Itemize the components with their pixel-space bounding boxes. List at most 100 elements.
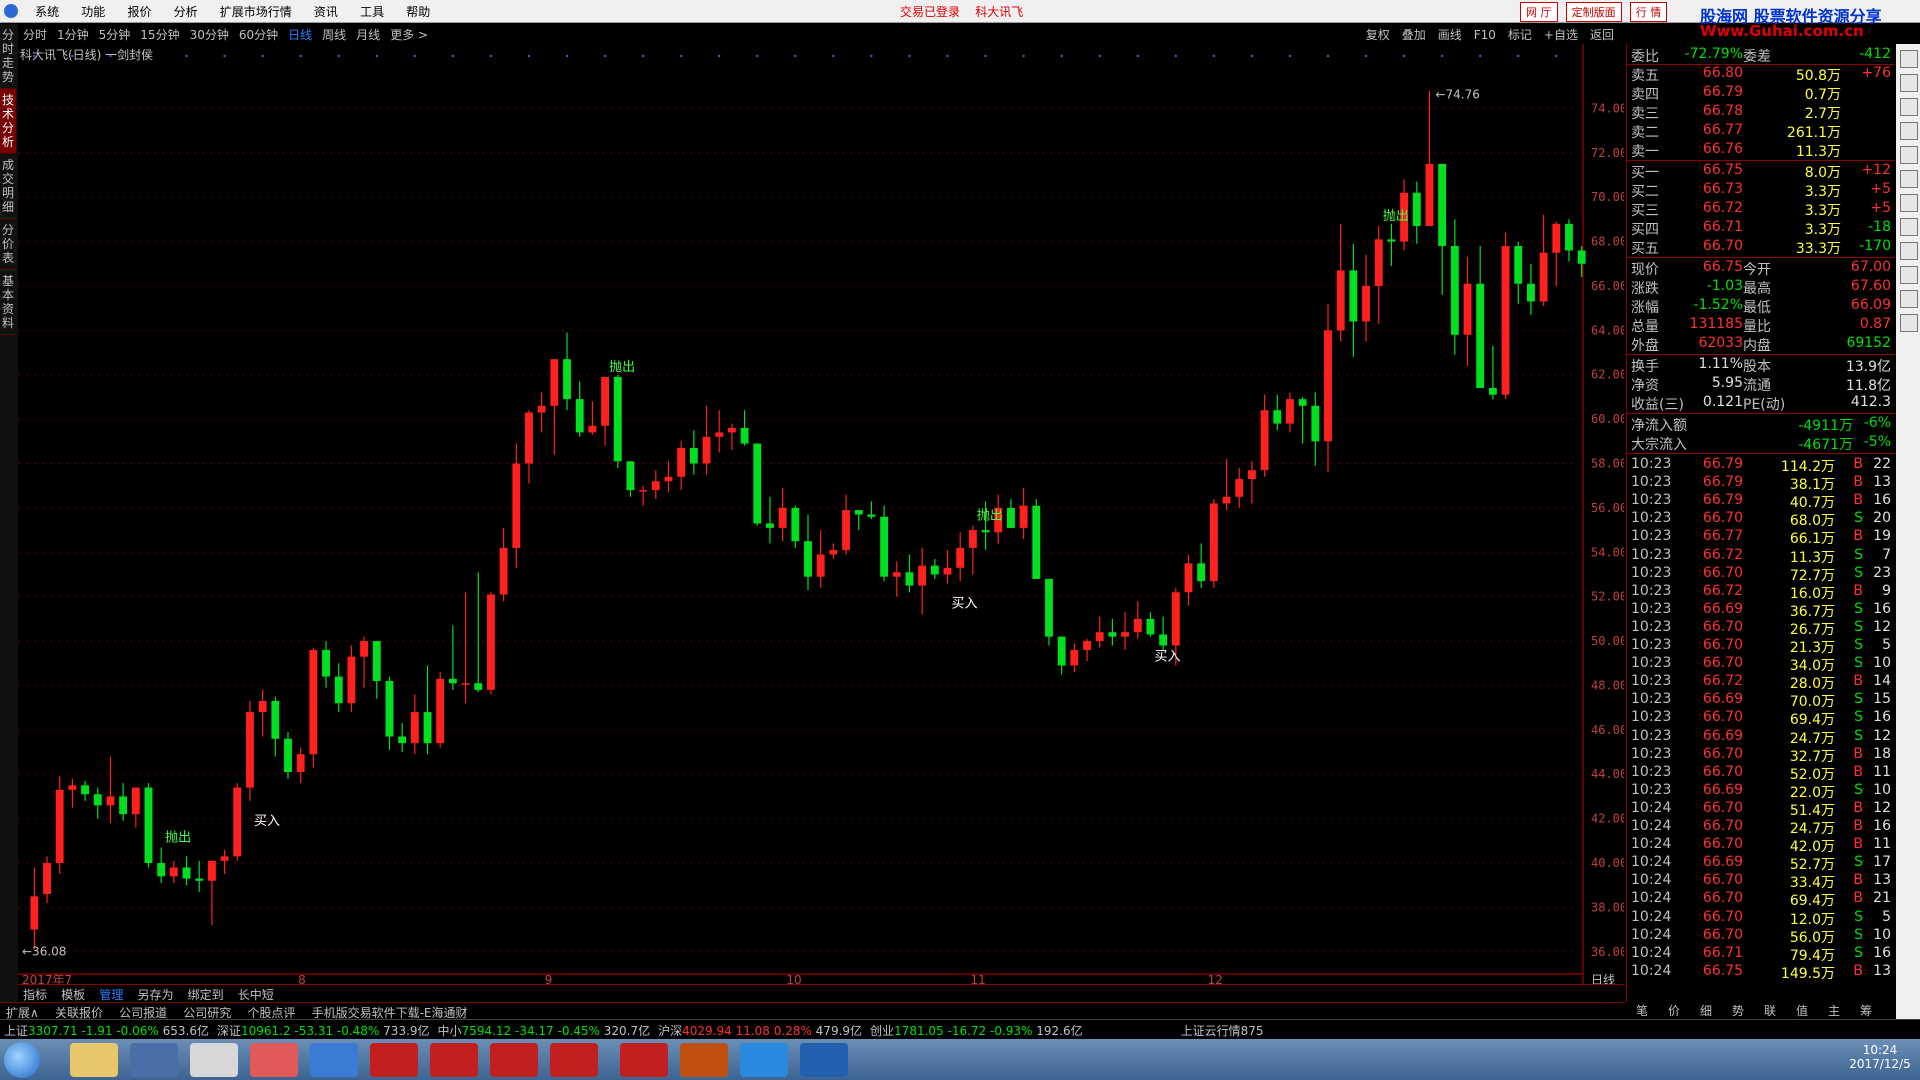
brush-icon[interactable] [130,1043,178,1077]
tool-icon[interactable] [1900,98,1918,116]
menu-quote[interactable]: 报价 [118,0,160,23]
candle-body [1387,239,1396,242]
tool-5[interactable]: +自选 [1538,24,1584,45]
period-4[interactable]: 30分钟 [185,24,234,45]
weibi-label: 委比 [1631,49,1659,65]
period-6[interactable]: 日线 [283,24,317,45]
custom-layout-button[interactable]: 定制版面 [1565,2,1622,22]
index-item[interactable]: 中小7594.12 -34.17 -0.45% 320.7亿 [434,1020,655,1041]
right-tab-2[interactable]: 细 [1690,1002,1722,1019]
folder-icon[interactable] [70,1043,118,1077]
flow-pct: -6% [1863,415,1891,431]
tab-price-table[interactable]: 分价表 [0,219,16,270]
menu-system[interactable]: 系统 [26,0,68,23]
right-tab-5[interactable]: 值 [1786,1002,1818,1019]
period-2[interactable]: 5分钟 [94,24,136,45]
menu-analysis[interactable]: 分析 [165,0,207,23]
tool-6[interactable]: 返回 [1584,24,1620,45]
tool-icon[interactable] [1900,170,1918,188]
index-item[interactable]: 创业1781.05 -16.72 -0.93% 192.6亿 [866,1020,1087,1041]
tick-time: 10:23 [1631,655,1672,672]
tool-4[interactable]: 标记 [1502,24,1538,45]
tool-icon[interactable] [1900,242,1918,260]
tool-icon[interactable] [1900,50,1918,68]
candle-body [258,701,267,713]
web-hall-button[interactable]: 网 厅 [1520,2,1558,22]
ad-banner-line2[interactable]: Www.Guhai.com.cn [1700,22,1864,40]
trading-app-icon[interactable] [550,1043,598,1077]
candle-body [119,796,128,815]
y-tick-label: 70.00 [1591,190,1624,204]
tool-icon[interactable] [1900,74,1918,92]
tick-volume: 32.7万 [1789,748,1835,765]
market-button[interactable]: 行 情 [1629,2,1668,22]
period-9[interactable]: 更多 > [385,24,433,45]
period-1[interactable]: 1分钟 [52,24,94,45]
candle-body [601,376,610,426]
candle-body [1146,618,1155,635]
tab-technical[interactable]: 技术分析 [0,89,16,154]
tool-3[interactable]: F10 [1468,26,1502,44]
app-icon[interactable] [740,1043,788,1077]
tool-icon[interactable] [1900,266,1918,284]
menu-function[interactable]: 功能 [72,0,114,23]
app-icon[interactable] [310,1043,358,1077]
flow-label: 大宗流入 [1631,437,1687,453]
candlestick-chart[interactable]: 74.00 72.00 70.00 68.00 66.00 64.00 62.00 60.00… [18,44,1624,994]
trading-app-icon[interactable] [490,1043,538,1077]
tick-count: 7 [1882,546,1891,563]
app-icon[interactable] [800,1043,848,1077]
trading-app-icon[interactable] [370,1043,418,1077]
buy-volume: 3.3万 [1804,184,1841,200]
tick-price: 66.70 [1702,637,1743,653]
right-tab-3[interactable]: 势 [1722,1002,1754,1019]
candle-body [30,896,39,930]
period-7[interactable]: 周线 [317,24,351,45]
tool-0[interactable]: 复权 [1360,24,1396,45]
index-item[interactable]: 沪深4029.94 11.08 0.28% 479.9亿 [654,1020,866,1041]
sell-level-row: 卖五 66.80 50.8万 +76 [1631,65,1893,84]
trading-app-icon[interactable] [430,1043,478,1077]
right-tab-6[interactable]: 主 [1818,1002,1850,1019]
tab-trade-detail[interactable]: 成交明细 [0,154,16,219]
menu-ext-market[interactable]: 扩展市场行情 [211,0,301,23]
right-tab-4[interactable]: 联 [1754,1002,1786,1019]
tick-count: 11 [1873,836,1891,853]
tool-icon[interactable] [1900,122,1918,140]
index-item[interactable]: 上证3307.71 -1.91 -0.06% 653.6亿 [0,1020,213,1041]
right-tab-1[interactable]: 价 [1658,1002,1690,1019]
taskbar-clock[interactable]: 10:24 2017/12/5 [1840,1043,1920,1071]
color-app-icon[interactable] [250,1043,298,1077]
right-tab-0[interactable]: 笔 [1626,1002,1658,1019]
right-tab-7[interactable]: 筹 [1850,1002,1882,1019]
tool-icon[interactable] [1900,290,1918,308]
menu-help[interactable]: 帮助 [397,0,439,23]
tool-1[interactable]: 叠加 [1396,24,1432,45]
tool-icon[interactable] [1900,146,1918,164]
period-3[interactable]: 15分钟 [135,24,184,45]
stat-label: 涨跌 [1631,281,1659,297]
index-item[interactable]: 深证10961.2 -53.31 -0.48% 733.9亿 [213,1020,434,1041]
browser-icon[interactable] [190,1043,238,1077]
tab-intraday[interactable]: 分时走势 [0,24,16,89]
period-5[interactable]: 60分钟 [234,24,283,45]
signal-dot [261,54,264,58]
period-8[interactable]: 月线 [351,24,385,45]
tick-row: 10:24 66.69 52.7万 S 17 [1631,854,1893,873]
menu-news[interactable]: 资讯 [305,0,347,23]
menu-tools[interactable]: 工具 [351,0,393,23]
tool-icon[interactable] [1900,314,1918,332]
period-0[interactable]: 分时 [18,24,52,45]
trading-app-icon[interactable] [620,1043,668,1077]
tool-icon[interactable] [1900,194,1918,212]
cloud-quote-label[interactable]: 上证云行情875 [1177,1020,1268,1041]
trading-app-icon[interactable] [680,1043,728,1077]
tab-fundamentals[interactable]: 基本资料 [0,270,16,335]
tool-2[interactable]: 画线 [1432,24,1468,45]
sell-price: 66.76 [1702,141,1743,157]
start-button-icon[interactable] [4,1042,40,1078]
candle-body [157,863,166,877]
candle-body [1514,246,1523,284]
candle-body [1095,632,1104,642]
tool-icon[interactable] [1900,218,1918,236]
